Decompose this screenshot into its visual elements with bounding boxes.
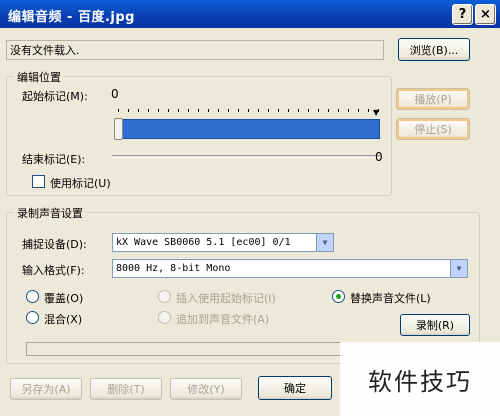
chevron-down-icon[interactable]: ▼ xyxy=(450,260,467,277)
radio-mix[interactable] xyxy=(26,311,39,324)
use-marks-label: 使用标记(U) xyxy=(50,177,111,190)
input-format-label: 输入格式(F): xyxy=(22,264,85,277)
record-button[interactable]: 录制(R) xyxy=(400,314,470,336)
use-marks-checkbox[interactable] xyxy=(32,175,45,188)
close-icon: × xyxy=(480,7,491,22)
radio-mix-label: 混合(X) xyxy=(44,313,83,326)
selection-range-bar xyxy=(118,119,380,139)
file-path-field: 没有文件载入. xyxy=(6,40,384,60)
radio-append[interactable] xyxy=(158,311,171,324)
edit-position-legend: 编辑位置 xyxy=(14,69,64,85)
modify-button[interactable]: 修改(Y) xyxy=(170,378,242,400)
delete-button[interactable]: 删除(T) xyxy=(90,378,162,400)
input-format-select[interactable]: 8000 Hz, 8-bit Mono ▼ xyxy=(112,259,468,278)
title-bar[interactable]: 编辑音频 - 百度.jpg ? × xyxy=(0,0,500,28)
record-settings-legend: 录制声音设置 xyxy=(14,205,86,221)
window-title: 编辑音频 - 百度.jpg xyxy=(8,10,135,25)
radio-replace-label: 替换声音文件(L) xyxy=(350,292,431,305)
radio-replace[interactable] xyxy=(332,290,345,303)
chevron-down-icon[interactable]: ▼ xyxy=(316,234,333,251)
start-mark-value: 0 xyxy=(111,87,119,101)
capture-device-value: kX Wave SB0060 5.1 [ec00] 0/1 xyxy=(116,237,291,248)
play-button[interactable]: 播放(P) xyxy=(396,88,470,110)
end-slider-track[interactable] xyxy=(112,155,380,158)
input-format-value: 8000 Hz, 8-bit Mono xyxy=(116,263,231,274)
capture-device-label: 捕捉设备(D): xyxy=(22,238,87,251)
close-button[interactable]: × xyxy=(475,4,496,25)
radio-insert-start[interactable] xyxy=(158,290,171,303)
start-mark-label: 起始标记(M): xyxy=(22,90,88,103)
radio-insert-start-label: 插入使用起始标记(I) xyxy=(176,292,276,305)
capture-device-select[interactable]: kX Wave SB0060 5.1 [ec00] 0/1 ▼ xyxy=(112,233,334,252)
tick-arrow-icon: ▼ xyxy=(373,108,380,117)
start-slider-ticks xyxy=(118,109,380,113)
help-button[interactable]: ? xyxy=(452,4,473,25)
help-icon: ? xyxy=(458,7,467,22)
radio-append-label: 追加到声音文件(A) xyxy=(176,313,270,326)
radio-overwrite[interactable] xyxy=(26,290,39,303)
save-as-button[interactable]: 另存为(A) xyxy=(10,378,82,400)
browse-button[interactable]: 浏览(B)... xyxy=(398,38,470,61)
start-slider-thumb[interactable] xyxy=(114,118,123,140)
end-mark-label: 结束标记(E): xyxy=(22,153,86,166)
end-mark-value: 0 xyxy=(375,150,383,164)
watermark: 软件技巧 xyxy=(340,342,500,416)
radio-overwrite-label: 覆盖(O) xyxy=(44,292,84,305)
ok-button[interactable]: 确定 xyxy=(258,376,332,400)
stop-button[interactable]: 停止(S) xyxy=(396,118,470,140)
